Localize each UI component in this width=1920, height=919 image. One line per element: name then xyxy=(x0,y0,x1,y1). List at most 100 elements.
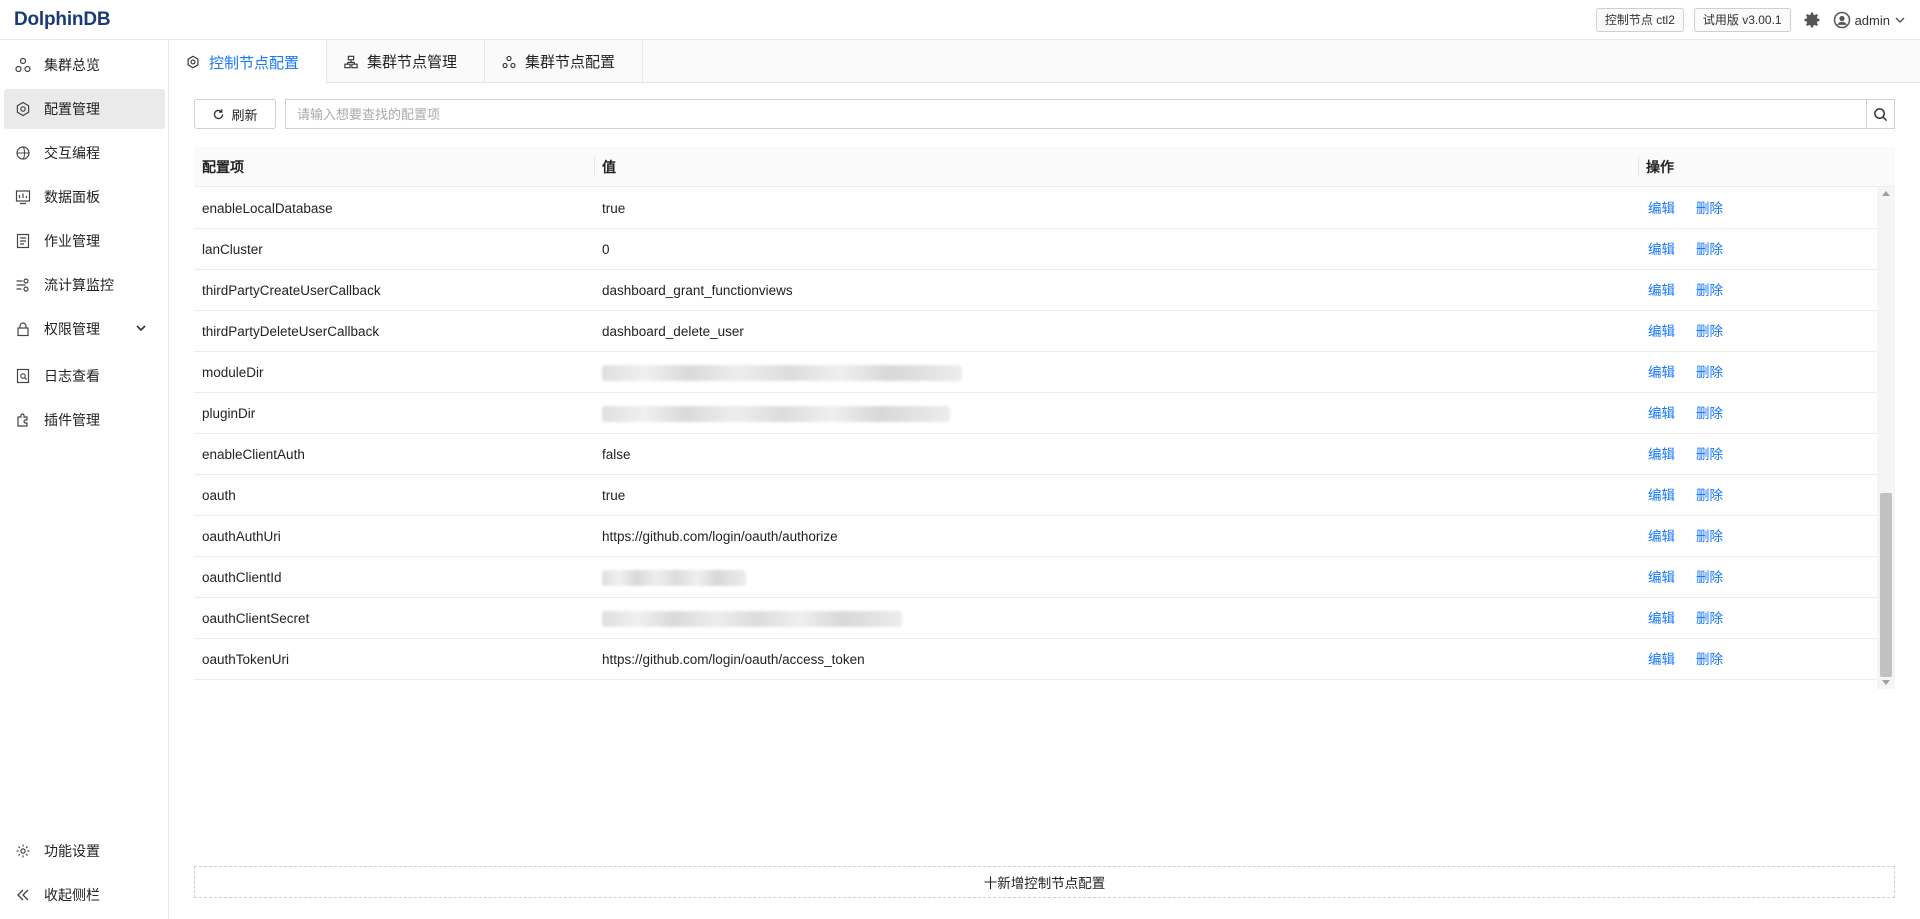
toolbar: 刷新 xyxy=(194,99,1895,131)
config-key: enableLocalDatabase xyxy=(202,201,333,216)
redacted-value xyxy=(602,570,746,586)
search-input[interactable] xyxy=(286,100,1866,128)
config-value: true xyxy=(602,488,626,503)
sidebar-item-label: 日志查看 xyxy=(44,368,100,384)
stream-icon xyxy=(14,276,32,294)
tab-bar: 控制节点配置 集群节点管理 集群节点配置 xyxy=(169,40,1920,84)
log-icon xyxy=(14,367,32,385)
sidebar-collapse[interactable]: 收起侧栏 xyxy=(4,875,165,915)
config-value: https://github.com/login/oauth/authorize xyxy=(602,529,838,544)
tab-cluster-node-config[interactable]: 集群节点配置 xyxy=(485,40,643,83)
sidebar-item-interactive-programming[interactable]: 交互编程 xyxy=(4,133,165,173)
node-badge[interactable]: 控制节点 ctl2 xyxy=(1595,8,1684,32)
table-header: 配置项 值 操作 xyxy=(194,147,1895,187)
edit-link[interactable]: 编辑 xyxy=(1648,598,1675,639)
delete-link[interactable]: 删除 xyxy=(1696,639,1723,680)
app-logo[interactable]: DolphinDB xyxy=(14,9,111,31)
sidebar-feature-settings[interactable]: 功能设置 xyxy=(4,831,165,871)
lock-icon xyxy=(14,320,32,338)
version-badge[interactable]: 试用版 v3.00.1 xyxy=(1693,8,1791,32)
table-row: thirdPartyAuthenticator authLogin 编辑 删除 xyxy=(194,680,1877,689)
sidebar-item-stream-monitor[interactable]: 流计算监控 xyxy=(4,265,165,305)
add-controller-config-button[interactable]: 十新增控制节点配置 xyxy=(194,866,1895,898)
config-value: 0 xyxy=(602,242,610,257)
edit-link[interactable]: 编辑 xyxy=(1648,393,1675,434)
gear-icon xyxy=(14,842,32,860)
delete-link[interactable]: 删除 xyxy=(1696,598,1723,639)
sidebar-item-label: 数据面板 xyxy=(44,189,100,205)
search-button[interactable] xyxy=(1866,99,1895,129)
delete-link[interactable]: 删除 xyxy=(1696,229,1723,270)
server-icon xyxy=(343,54,359,70)
delete-link[interactable]: 删除 xyxy=(1696,188,1723,229)
scroll-up-arrow[interactable] xyxy=(1882,191,1890,196)
scrollbar-thumb[interactable] xyxy=(1880,493,1892,677)
plugin-icon xyxy=(14,411,32,429)
redacted-value xyxy=(602,365,962,381)
cluster-icon xyxy=(14,56,32,74)
delete-link[interactable]: 删除 xyxy=(1696,557,1723,598)
edit-link[interactable]: 编辑 xyxy=(1648,229,1675,270)
main-content: 控制节点配置 集群节点管理 集群节点配置 刷新 配置项 值 操作 xyxy=(169,40,1920,919)
tab-cluster-node-management[interactable]: 集群节点管理 xyxy=(327,40,485,83)
edit-link[interactable]: 编辑 xyxy=(1648,270,1675,311)
edit-link[interactable]: 编辑 xyxy=(1648,557,1675,598)
tab-controller-config[interactable]: 控制节点配置 xyxy=(169,40,327,84)
edit-link[interactable]: 编辑 xyxy=(1648,475,1675,516)
delete-link[interactable]: 删除 xyxy=(1696,311,1723,352)
code-icon xyxy=(14,144,32,162)
table-row: oauthAuthUri https://github.com/login/oau… xyxy=(194,516,1877,557)
edit-link[interactable]: 编辑 xyxy=(1648,516,1675,557)
edit-link[interactable]: 编辑 xyxy=(1648,352,1675,393)
search-icon xyxy=(1874,107,1888,121)
edit-link[interactable]: 编辑 xyxy=(1648,639,1675,680)
delete-link[interactable]: 删除 xyxy=(1696,680,1723,689)
sidebar-item-jobs[interactable]: 作业管理 xyxy=(4,221,165,261)
settings-gear-icon[interactable] xyxy=(1801,9,1823,31)
table-row: oauth true 编辑 删除 xyxy=(194,475,1877,516)
config-value: true xyxy=(602,201,626,216)
sidebar-item-logs[interactable]: 日志查看 xyxy=(4,356,165,396)
sidebar-item-dashboard[interactable]: 数据面板 xyxy=(4,177,165,217)
edit-link[interactable]: 编辑 xyxy=(1648,680,1675,689)
config-key: oauthClientId xyxy=(202,570,282,585)
sidebar-item-cluster-overview[interactable]: 集群总览 xyxy=(4,45,165,85)
delete-link[interactable]: 删除 xyxy=(1696,475,1723,516)
config-key: oauthTokenUri xyxy=(202,652,290,667)
delete-link[interactable]: 删除 xyxy=(1696,393,1723,434)
config-key: thirdPartyAuthenticator xyxy=(202,680,339,689)
redacted-value xyxy=(602,406,950,422)
edit-link[interactable]: 编辑 xyxy=(1648,311,1675,352)
delete-link[interactable]: 删除 xyxy=(1696,270,1723,311)
user-menu[interactable]: admin xyxy=(1833,11,1906,29)
sidebar-item-label: 流计算监控 xyxy=(44,277,114,293)
edit-link[interactable]: 编辑 xyxy=(1648,188,1675,229)
edit-link[interactable]: 编辑 xyxy=(1648,434,1675,475)
table-row: enableClientAuth false 编辑 删除 xyxy=(194,434,1877,475)
table-row: thirdPartyCreateUserCallback dashboard_gr… xyxy=(194,270,1877,311)
collapse-icon xyxy=(14,886,32,904)
refresh-icon xyxy=(214,108,224,119)
refresh-button[interactable]: 刷新 xyxy=(194,99,276,129)
table-row: lanCluster 0 编辑 删除 xyxy=(194,229,1877,270)
delete-link[interactable]: 删除 xyxy=(1696,352,1723,393)
table-row: thirdPartyDeleteUserCallback dashboard_de… xyxy=(194,311,1877,352)
config-key: enableClientAuth xyxy=(202,447,305,462)
sidebar-item-plugins[interactable]: 插件管理 xyxy=(4,400,165,440)
cluster-icon xyxy=(501,54,517,70)
sidebar-item-permissions[interactable]: 权限管理 xyxy=(4,309,165,349)
top-header: DolphinDB 控制节点 ctl2 试用版 v3.00.1 admin xyxy=(0,0,1920,40)
sidebar-item-config[interactable]: 配置管理 xyxy=(4,89,165,129)
config-key: thirdPartyDeleteUserCallback xyxy=(202,324,380,339)
config-key: oauth xyxy=(202,488,236,503)
sidebar-bottom-label: 功能设置 xyxy=(44,843,100,859)
scroll-down-arrow[interactable] xyxy=(1882,680,1890,685)
config-value: dashboard_grant_functionviews xyxy=(602,283,793,298)
config-key: oauthAuthUri xyxy=(202,529,281,544)
sidebar-item-label: 权限管理 xyxy=(44,321,100,337)
delete-link[interactable]: 删除 xyxy=(1696,516,1723,557)
delete-link[interactable]: 删除 xyxy=(1696,434,1723,475)
table-row: pluginDir 编辑 删除 xyxy=(194,393,1877,434)
settings-icon xyxy=(14,100,32,118)
sidebar-item-label: 交互编程 xyxy=(44,145,100,161)
